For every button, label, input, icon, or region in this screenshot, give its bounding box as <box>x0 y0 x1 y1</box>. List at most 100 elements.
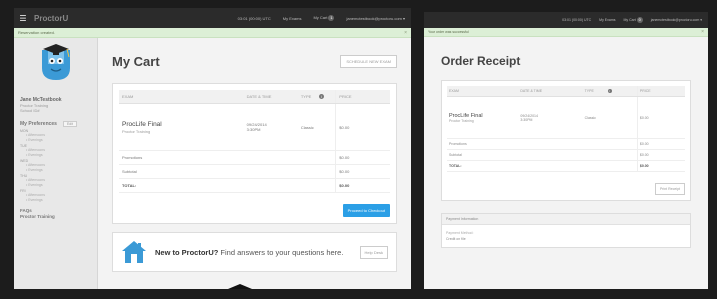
clock-display: 03:01 (00:00) UTC <box>562 18 592 22</box>
help-promo-card: New to ProctorU? Find answers to your qu… <box>112 232 397 272</box>
schedule-new-exam-button[interactable]: SCHEDULE NEW EXAM <box>340 55 397 68</box>
total-row: TOTAL: $0.00 <box>447 160 685 172</box>
account-dropdown[interactable]: janemctestbook@proctoru.com ▾ <box>651 18 702 22</box>
total-value: $0.00 <box>636 160 685 172</box>
preference-day-thu: THU • Afternoons • Evenings <box>20 174 91 187</box>
top-navbar: 03:01 (00:00) UTC My Exams My Cart 0 jane… <box>424 12 708 28</box>
page-title: Order Receipt <box>441 54 521 68</box>
receipt-table-card: EXAM DATE & TIME TYPE i PRICE ProcLife Fi… <box>441 80 691 201</box>
preferences-title: My Preferences <box>20 121 57 127</box>
mascot-logo-icon <box>42 44 70 80</box>
cart-screenshot: ☰ ProctorU 03:01 (00:00) UTC My Exams My… <box>14 8 411 289</box>
column-header-price: PRICE <box>636 86 685 97</box>
table-row: ProcLife Final Proctor Training 09/24/20… <box>447 96 685 139</box>
payment-info-card: Payment Information Payment Method: Cred… <box>441 213 691 248</box>
column-header-type: TYPE i <box>297 90 336 104</box>
preference-slot: • Evenings <box>26 197 43 202</box>
cart-table-card: EXAM DATE & TIME TYPE i PRICE ProcLife Fi… <box>112 83 397 224</box>
nav-my-cart[interactable]: My Cart 1 <box>313 15 335 21</box>
alert-message: Reservation created. <box>18 30 55 35</box>
total-row: TOTAL: $0.00 <box>119 178 390 193</box>
faqs-sublabel: Proctor Training <box>20 213 55 219</box>
receipt-table: EXAM DATE & TIME TYPE i PRICE ProcLife Fi… <box>447 86 685 172</box>
cell-price: $0.00 <box>335 103 390 151</box>
subtotal-value: $0.00 <box>335 164 390 179</box>
preference-day-mon: MON • Afternoons • Evenings <box>20 129 91 142</box>
promotions-row: Promotions $0.00 <box>119 150 390 165</box>
cart-count-badge: 0 <box>636 17 643 23</box>
success-alert: Your order was successful × <box>424 28 708 37</box>
subtotal-row: Subtotal $0.00 <box>119 164 390 179</box>
cell-datetime: 09/24/2014 3:30PM <box>243 103 298 151</box>
nav-my-cart-label: My Cart <box>313 15 328 20</box>
cart-table: EXAM DATE & TIME TYPE i PRICE ProcLife Fi… <box>119 90 390 193</box>
exam-time: 3:30PM <box>520 117 533 122</box>
receipt-main: Order Receipt EXAM DATE & TIME TYPE i PRI… <box>424 54 708 248</box>
promo-heading: New to ProctorU? <box>155 247 219 257</box>
receipt-screenshot: 03:01 (00:00) UTC My Exams My Cart 0 jane… <box>424 12 708 289</box>
preference-slot: • Evenings <box>26 152 43 157</box>
alert-message: Your order was successful <box>428 30 469 34</box>
close-icon[interactable]: × <box>404 30 407 36</box>
brand-logo[interactable]: ProctorU <box>34 14 68 23</box>
info-icon[interactable]: i <box>319 94 325 99</box>
column-header-datetime: DATE & TIME <box>518 86 583 97</box>
exam-time: 3:30PM <box>246 127 261 132</box>
edit-preferences-button[interactable]: Edit <box>62 121 77 127</box>
print-receipt-button[interactable]: Print Receipt <box>654 183 685 195</box>
preference-slot: • Evenings <box>26 137 43 142</box>
proceed-to-checkout-button[interactable]: Proceed to Checkout <box>342 204 390 217</box>
payment-info-header: Payment Information <box>442 214 690 225</box>
nav-my-cart-label: My Cart <box>623 18 636 22</box>
cell-datetime: 09/24/2014 3:30PM <box>518 96 583 139</box>
cart-main: My Cart SCHEDULE NEW EXAM EXAM DATE & TI… <box>98 38 411 289</box>
table-header-row: EXAM DATE & TIME TYPE i PRICE <box>447 86 685 97</box>
total-label: TOTAL: <box>447 160 638 172</box>
nav-my-exams[interactable]: My Exams <box>599 18 615 22</box>
faqs-link[interactable]: FAQs Proctor Training <box>20 208 91 219</box>
cell-exam: ProcLife Final Proctor Training <box>119 103 244 151</box>
cart-count-badge: 1 <box>328 15 335 21</box>
help-desk-button[interactable]: Help Desk <box>359 245 388 259</box>
sidebar: Jane McTestbook Proctor Training School … <box>14 38 98 289</box>
hamburger-menu-icon[interactable]: ☰ <box>14 8 32 28</box>
cell-type: Classic <box>582 96 638 139</box>
cell-type: Classic <box>297 103 336 151</box>
user-school-id: School ID# <box>20 108 40 113</box>
column-header-exam: EXAM <box>447 86 519 97</box>
column-header-exam: EXAM <box>119 90 244 104</box>
promotions-row: Promotions $0.00 <box>447 138 685 150</box>
cell-price: $0.00 <box>636 96 685 139</box>
subtotal-value: $0.00 <box>636 149 685 161</box>
column-header-price: PRICE <box>335 90 390 104</box>
subtotal-row: Subtotal $0.00 <box>447 149 685 161</box>
promotions-value: $0.00 <box>335 150 390 165</box>
total-value: $0.00 <box>335 178 390 193</box>
subtotal-label: Subtotal <box>119 164 336 179</box>
promotions-label: Promotions <box>447 138 638 150</box>
close-icon[interactable]: × <box>701 29 704 35</box>
info-icon[interactable]: i <box>607 89 612 93</box>
success-alert: Reservation created. × <box>14 28 411 38</box>
top-navbar: ☰ ProctorU 03:01 (00:00) UTC My Exams My… <box>14 8 411 28</box>
table-header-row: EXAM DATE & TIME TYPE i PRICE <box>119 90 390 104</box>
nav-my-cart[interactable]: My Cart 0 <box>624 17 643 23</box>
promotions-value: $0.00 <box>636 138 685 150</box>
nav-my-exams[interactable]: My Exams <box>283 16 302 21</box>
subtotal-label: Subtotal <box>447 149 638 161</box>
promo-body: Find answers to your questions here. <box>218 247 344 257</box>
exam-name: ProcLife Final <box>122 120 162 128</box>
account-dropdown[interactable]: janemctestbook@proctoru.com ▾ <box>346 16 405 21</box>
clock-display: 03:01 (00:00) UTC <box>237 15 271 21</box>
promo-message: New to ProctorU? Find answers to your qu… <box>155 248 360 257</box>
preference-slot: • Evenings <box>26 182 43 187</box>
exam-institution: Proctor Training <box>449 118 474 123</box>
preference-day-wed: WED • Afternoons • Evenings <box>20 159 91 172</box>
cursor-pointer-shape <box>228 284 252 289</box>
exam-institution: Proctor Training <box>122 128 151 134</box>
cell-exam: ProcLife Final Proctor Training <box>447 96 519 139</box>
table-row: ProcLife Final Proctor Training 09/24/20… <box>119 103 390 151</box>
preference-day-fri: FRI • Afternoons • Evenings <box>20 189 91 202</box>
promotions-label: Promotions <box>119 150 336 165</box>
column-header-datetime: DATE & TIME <box>243 90 298 104</box>
